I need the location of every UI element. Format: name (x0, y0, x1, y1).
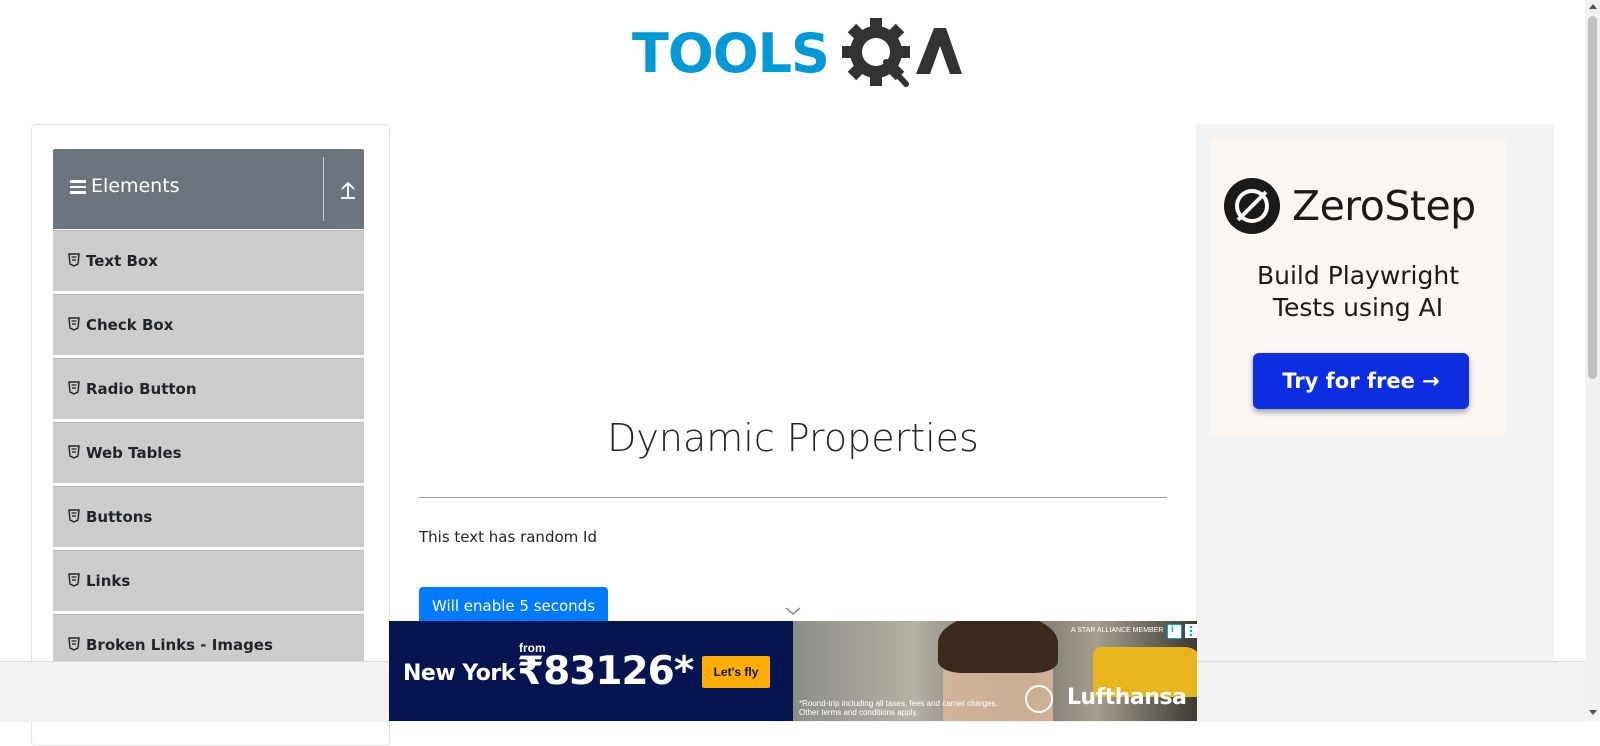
banner-left-panel: New York from ₹83126* Let's fly (389, 621, 793, 721)
html5-icon (68, 637, 80, 651)
sidebar-item-label: Links (86, 572, 131, 590)
page-title: Dynamic Properties (607, 416, 979, 460)
chevron-down-icon[interactable] (785, 606, 801, 616)
logo-text-tools: TOOLS (632, 22, 830, 85)
person-hair (938, 621, 1058, 673)
ad-info-glyph: i (1171, 624, 1174, 635)
sidebar-item-text-box[interactable]: Text Box (53, 230, 364, 292)
sidebar-item-label: Broken Links - Images (86, 636, 273, 654)
zerostep-ad-card[interactable]: ZeroStep Build Playwright Tests using AI… (1210, 138, 1506, 436)
main-content: Dynamic Properties This text has random … (419, 124, 1167, 644)
logo-gear-qa-icon (842, 18, 962, 87)
collapse-arrow-icon[interactable] (333, 171, 363, 207)
scroll-thumb[interactable] (1588, 16, 1597, 379)
sidebar-item-links[interactable]: Links (53, 550, 364, 612)
ad-city: New York (403, 661, 515, 686)
title-divider (419, 497, 1167, 498)
lufthansa-crane-icon (1025, 685, 1053, 713)
sidebar-item-label: Buttons (86, 508, 153, 526)
fineprint-line1: *Round-trip including all taxes, fees an… (799, 699, 998, 708)
html5-icon (68, 253, 80, 267)
ad-tagline-line2: Tests using AI (1272, 293, 1444, 322)
ad-price: ₹83126* (517, 649, 694, 694)
sidebar-item-label: Web Tables (86, 444, 182, 462)
html5-icon (68, 445, 80, 459)
elements-menu: Text Box Check Box Radio Button Web Tabl… (53, 230, 364, 678)
page-scrollbar[interactable] (1585, 0, 1600, 721)
hamburger-icon (70, 180, 86, 194)
left-panel: Elements Text Box Check Box Radio Button… (31, 124, 390, 746)
sidebar-item-buttons[interactable]: Buttons (53, 486, 364, 548)
sidebar-item-web-tables[interactable]: Web Tables (53, 422, 364, 484)
ad-tagline: Build Playwright Tests using AI (1210, 260, 1506, 324)
alliance-label: A STAR ALLIANCE MEMBER (1071, 627, 1164, 634)
sidebar-item-label: Radio Button (86, 380, 197, 398)
ad-menu-icon[interactable] (1185, 624, 1197, 638)
site-header: TOOLS (0, 0, 1585, 110)
scroll-down-icon[interactable] (1589, 710, 1597, 715)
group-title: Elements (91, 175, 180, 197)
html5-icon (68, 317, 80, 331)
bottom-banner-ad[interactable]: New York from ₹83126* Let's fly A STAR A… (389, 621, 1197, 721)
sidebar-item-check-box[interactable]: Check Box (53, 294, 364, 356)
html5-icon (68, 573, 80, 587)
random-id-text: This text has random Id (419, 528, 597, 546)
fineprint-line2: Other terms and conditions apply. (799, 708, 919, 717)
ad-brand: ZeroStep (1292, 182, 1476, 230)
divider (323, 157, 324, 221)
lets-fly-button[interactable]: Let's fly (702, 656, 770, 688)
scroll-up-icon[interactable] (1589, 4, 1597, 9)
elements-group-header[interactable]: Elements (53, 149, 364, 229)
right-advertisement[interactable]: ZeroStep Build Playwright Tests using AI… (1196, 124, 1554, 664)
html5-icon (68, 509, 80, 523)
sidebar-item-label: Check Box (86, 316, 174, 334)
ad-brand-lufthansa: Lufthansa (1067, 685, 1187, 710)
enable-after-button[interactable]: Will enable 5 seconds (419, 587, 609, 625)
try-for-free-button[interactable]: Try for free → (1253, 353, 1469, 409)
toolsqa-logo[interactable]: TOOLS (632, 14, 962, 94)
ad-fineprint: *Round-trip including all taxes, fees an… (799, 699, 998, 717)
zerostep-logo-icon (1224, 178, 1280, 234)
banner-photo: A STAR ALLIANCE MEMBER i Lufthansa *Roun… (793, 621, 1197, 721)
sidebar-item-radio-button[interactable]: Radio Button (53, 358, 364, 420)
sidebar-item-label: Text Box (86, 252, 158, 270)
html5-icon (68, 381, 80, 395)
ad-tagline-line1: Build Playwright (1256, 261, 1460, 290)
ad-info-icon[interactable] (1167, 624, 1182, 639)
